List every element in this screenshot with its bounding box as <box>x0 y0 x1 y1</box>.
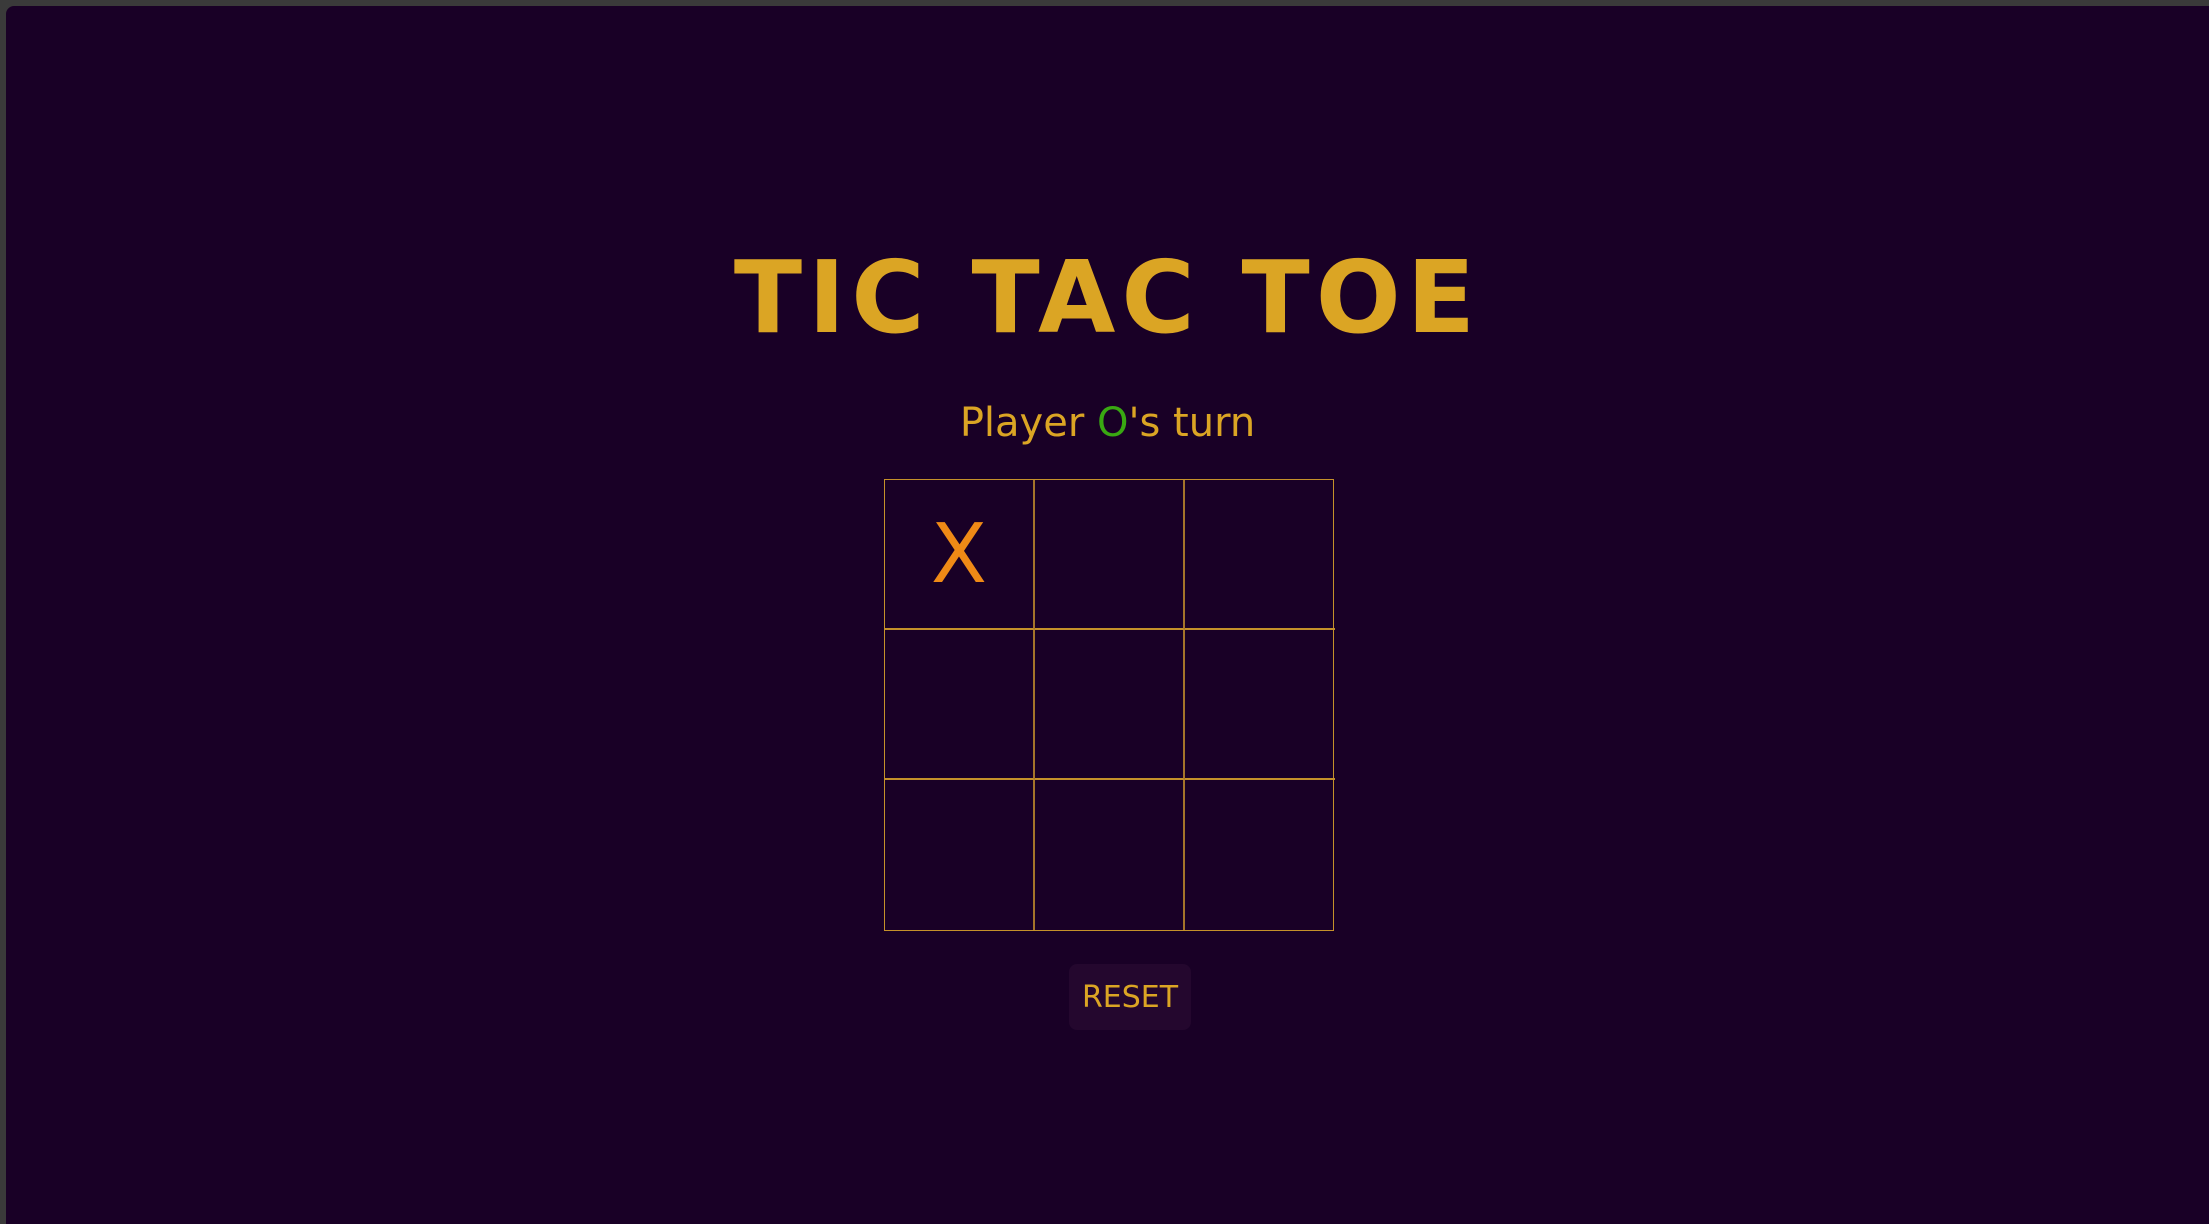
reset-button[interactable]: RESET <box>1069 964 1191 1030</box>
current-player: O <box>1097 400 1129 446</box>
board-cell-4[interactable] <box>885 630 1035 780</box>
turn-status: Player O's turn <box>6 398 2209 448</box>
turn-status-prefix: Player <box>959 400 1097 446</box>
board-cell-7[interactable] <box>885 780 1035 930</box>
board-cell-2[interactable] <box>1035 480 1185 630</box>
board-cell-8[interactable] <box>1035 780 1185 930</box>
game-title: TIC TAC TOE <box>733 239 1482 356</box>
turn-status-suffix: 's turn <box>1128 400 1256 446</box>
game-window: TIC TAC TOE Player O's turn X RESET <box>6 6 2209 1224</box>
board-cell-5[interactable] <box>1035 630 1185 780</box>
board-cell-3[interactable] <box>1185 480 1335 630</box>
board-cell-9[interactable] <box>1185 780 1335 930</box>
board-cell-1[interactable]: X <box>885 480 1035 630</box>
game-board: X <box>884 479 1335 931</box>
board-cell-6[interactable] <box>1185 630 1335 780</box>
